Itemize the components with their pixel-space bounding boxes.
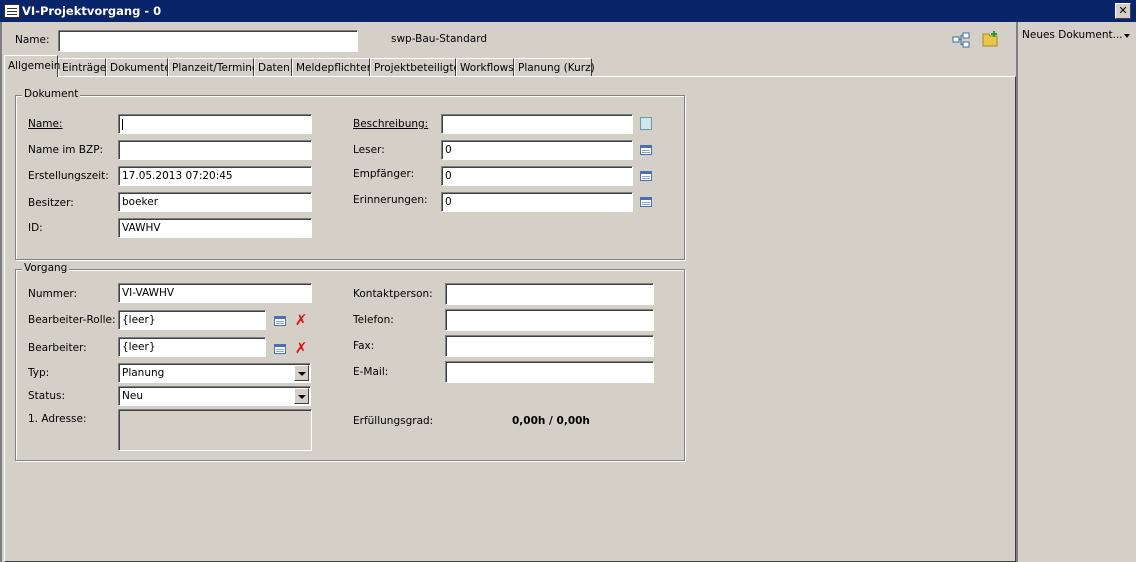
leser-label: Leser: <box>353 144 385 156</box>
telefon-label: Telefon: <box>353 314 394 326</box>
tab-allgemein[interactable]: Allgemein <box>4 55 60 77</box>
group-vorgang-legend: Vorgang <box>22 262 70 274</box>
typ-select[interactable]: Planung <box>118 363 311 383</box>
chevron-down-icon[interactable] <box>294 388 309 404</box>
tab-workflows[interactable]: Workflows <box>456 58 514 76</box>
empfaenger-lookup-icon[interactable] <box>640 171 652 181</box>
typ-value: Planung <box>122 367 165 379</box>
kontakt-input[interactable] <box>445 283 654 305</box>
folder-add-icon[interactable] <box>982 30 1000 48</box>
header-name-input[interactable] <box>58 30 358 52</box>
tab-meldepflichten[interactable]: Meldepflichten <box>292 58 373 76</box>
text-caret <box>122 118 123 130</box>
besitzer-input[interactable]: boeker <box>118 192 312 212</box>
erstellungszeit-label: Erstellungszeit: <box>28 170 109 182</box>
kontakt-label: Kontaktperson: <box>353 288 433 300</box>
header-name-label: Name: <box>15 34 50 46</box>
erinnerungen-lookup-icon[interactable] <box>640 197 652 207</box>
note-icon[interactable] <box>640 117 652 130</box>
empfaenger-label: Empfänger: <box>353 168 415 180</box>
id-label: ID: <box>28 222 43 234</box>
fax-input[interactable] <box>445 335 654 357</box>
telefon-input[interactable] <box>445 309 654 331</box>
dok-name-bzp-label: Name im BZP: <box>28 144 104 156</box>
bearbeiter-input[interactable]: {leer} <box>118 337 266 357</box>
bearbeiter-rolle-label: Bearbeiter-Rolle: <box>28 314 116 326</box>
tab-daten[interactable]: Daten <box>254 58 292 76</box>
typ-label: Typ: <box>28 367 50 379</box>
tab-planung-kurz[interactable]: Planung (Kurz) <box>514 58 595 76</box>
tab-dokumente[interactable]: Dokumente <box>106 58 171 76</box>
leser-input[interactable]: 0 <box>441 140 633 160</box>
adresse-field <box>118 409 312 451</box>
group-dokument-legend: Dokument <box>22 88 81 100</box>
empfaenger-input[interactable]: 0 <box>441 166 633 186</box>
fax-label: Fax: <box>353 340 375 352</box>
beschreibung-label: Beschreibung: <box>353 118 429 130</box>
erfuellung-label: Erfüllungsgrad: <box>353 415 434 427</box>
erinnerungen-label: Erinnerungen: <box>353 194 428 206</box>
nummer-input[interactable]: VI-VAWHV <box>118 283 312 303</box>
leser-lookup-icon[interactable] <box>640 145 652 155</box>
group-vorgang: Vorgang Nummer: VI-VAWHV Bearbeiter-Roll… <box>15 262 685 461</box>
adresse-label: 1. Adresse: <box>28 413 87 425</box>
email-label: E-Mail: <box>353 366 389 378</box>
beschreibung-input[interactable] <box>441 114 633 134</box>
status-select[interactable]: Neu <box>118 386 311 406</box>
dok-name-bzp-input[interactable] <box>118 140 312 160</box>
dok-name-label: Name: <box>28 118 63 130</box>
rolle-delete-x-icon[interactable]: ✗ <box>294 313 308 328</box>
main-area: Name: swp-Bau-Standard Allgemein Einträg… <box>2 22 1016 562</box>
erstellungszeit-input[interactable]: 17.05.2013 07:20:45 <box>118 166 312 186</box>
status-label: Status: <box>28 390 65 402</box>
bearbeiter-label: Bearbeiter: <box>28 342 87 354</box>
dok-name-input[interactable] <box>118 114 312 134</box>
besitzer-label: Besitzer: <box>28 197 74 209</box>
bearbeiter-rolle-input[interactable]: {leer} <box>118 310 266 330</box>
new-document-button[interactable]: Neues Dokument... <box>1022 29 1123 41</box>
bearbeiter-delete-x-icon[interactable]: ✗ <box>294 341 308 356</box>
erfuellung-value: 0,00h / 0,00h <box>512 415 590 427</box>
tab-planzeit-termine[interactable]: Planzeit/Termine <box>168 58 258 76</box>
bearbeiter-lookup-icon[interactable] <box>274 344 286 354</box>
hierarchy-icon[interactable] <box>952 32 970 48</box>
window-title: VI-Projektvorgang - 0 <box>22 4 162 18</box>
erinnerungen-input[interactable]: 0 <box>441 192 633 212</box>
email-input[interactable] <box>445 361 654 383</box>
status-value: Neu <box>122 390 143 402</box>
close-button[interactable]: ✕ <box>1115 3 1131 19</box>
tab-panel-allgemein: Dokument Name: Name im BZP: Erstellungsz… <box>4 76 1016 562</box>
rolle-lookup-icon[interactable] <box>274 316 286 326</box>
chevron-down-icon[interactable] <box>1124 34 1130 38</box>
right-panel: Neues Dokument... <box>1016 22 1136 562</box>
nummer-label: Nummer: <box>28 288 78 300</box>
id-input[interactable]: VAWHV <box>118 218 312 238</box>
tab-projektbeteiligte[interactable]: Projektbeteiligte <box>370 58 460 76</box>
title-bar: VI-Projektvorgang - 0 ✕ <box>0 0 1136 22</box>
group-dokument: Dokument Name: Name im BZP: Erstellungsz… <box>15 88 685 260</box>
chevron-down-icon[interactable] <box>294 365 309 381</box>
tab-eintraege[interactable]: Einträge <box>58 58 106 76</box>
window-icon <box>4 4 20 18</box>
template-label: swp-Bau-Standard <box>391 33 487 45</box>
